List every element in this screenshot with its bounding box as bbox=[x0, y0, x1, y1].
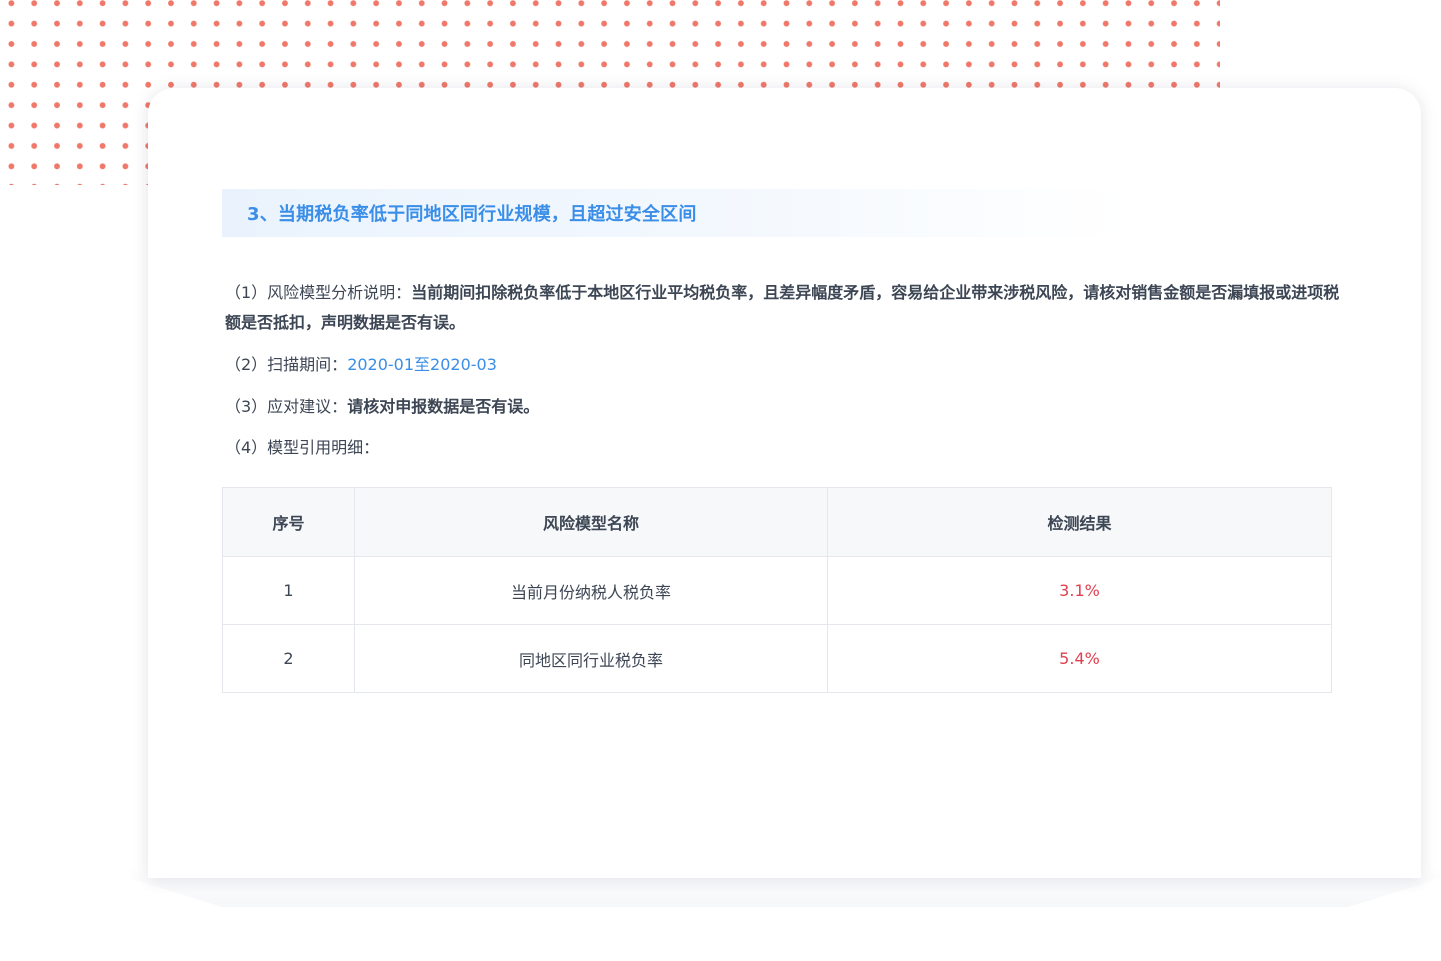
suggestion-label: （3）应对建议： bbox=[225, 397, 348, 416]
table-header-row: 序号 风险模型名称 检测结果 bbox=[222, 487, 1332, 557]
scan-period: （2）扫描期间：2020-01至2020-03 bbox=[225, 350, 497, 380]
suggestion-value: 请核对申报数据是否有误。 bbox=[347, 397, 540, 416]
illustration-stage: 3、当期税负率低于同地区同行业规模，且超过安全区间 （1）风险模型分析说明：当前… bbox=[0, 0, 1441, 961]
section-title: 3、当期税负率低于同地区同行业规模，且超过安全区间 bbox=[247, 204, 697, 225]
model-reference: （4）模型引用明细： bbox=[225, 433, 379, 463]
row-result: 3.1% bbox=[827, 556, 1332, 625]
row-result: 5.4% bbox=[827, 624, 1332, 693]
table-row: 2 同地区同行业税负率 5.4% bbox=[222, 624, 1332, 693]
model-description-label: （1）风险模型分析说明： bbox=[225, 283, 412, 302]
header-result: 检测结果 bbox=[827, 487, 1332, 557]
model-description: （1）风险模型分析说明：当前期间扣除税负率低于本地区行业平均税负率，且差异幅度矛… bbox=[225, 278, 1345, 338]
model-reference-label: （4）模型引用明细： bbox=[225, 438, 380, 457]
table-row: 1 当前月份纳税人税负率 3.1% bbox=[222, 556, 1332, 625]
section-header: 3、当期税负率低于同地区同行业规模，且超过安全区间 bbox=[222, 189, 1122, 237]
header-index: 序号 bbox=[222, 487, 355, 557]
row-model-name: 当前月份纳税人税负率 bbox=[354, 556, 828, 625]
suggestion: （3）应对建议：请核对申报数据是否有误。 bbox=[225, 392, 539, 422]
header-model-name: 风险模型名称 bbox=[354, 487, 828, 557]
scan-period-label: （2）扫描期间： bbox=[225, 355, 348, 374]
scan-period-value: 2020-01至2020-03 bbox=[347, 355, 497, 374]
model-detail-table: 序号 风险模型名称 检测结果 1 当前月份纳税人税负率 3.1% 2 同地区同行… bbox=[222, 487, 1332, 693]
row-model-name: 同地区同行业税负率 bbox=[354, 624, 828, 693]
row-index: 1 bbox=[222, 556, 355, 625]
row-index: 2 bbox=[222, 624, 355, 693]
